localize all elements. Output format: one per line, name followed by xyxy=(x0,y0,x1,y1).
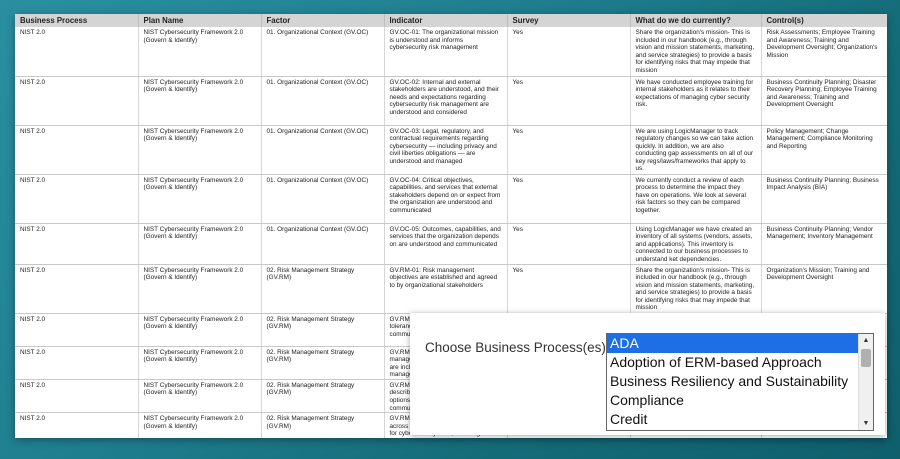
listbox-option[interactable]: Adoption of ERM-based Approach xyxy=(607,353,858,372)
table-row[interactable]: NIST 2.0 NIST Cybersecurity Framework 2.0… xyxy=(15,27,887,77)
table-cell: NIST 2.0 xyxy=(15,125,139,175)
table-cell: 01. Organizational Context (GV.OC) xyxy=(261,27,385,77)
business-process-listbox[interactable]: ADA Adoption of ERM-based Approach Busines… xyxy=(606,333,874,431)
listbox-option[interactable]: Credit xyxy=(607,410,858,429)
listbox-option[interactable]: Compliance xyxy=(607,391,858,410)
column-header[interactable]: Survey xyxy=(507,14,631,27)
listbox-scrollbar[interactable]: ▲ ▼ xyxy=(858,334,873,430)
column-header[interactable]: Business Process xyxy=(15,14,139,27)
column-header[interactable]: What do we do currently? xyxy=(630,14,762,27)
listbox-option[interactable]: ADA xyxy=(607,334,858,353)
table-cell: We are using LogicManager to track regul… xyxy=(630,125,762,175)
table-cell: NIST Cybersecurity Framework 2.0 (Govern… xyxy=(138,346,262,380)
table-cell: We currently conduct a review of each pr… xyxy=(630,174,762,224)
table-cell: NIST Cybersecurity Framework 2.0 (Govern… xyxy=(138,223,262,265)
table-cell: 01. Organizational Context (GV.OC) xyxy=(261,174,385,224)
table-cell: NIST Cybersecurity Framework 2.0 (Govern… xyxy=(138,313,262,347)
table-cell: NIST Cybersecurity Framework 2.0 (Govern… xyxy=(138,76,262,126)
table-cell: 02. Risk Management Strategy (GV.RM) xyxy=(261,412,385,438)
table-cell: NIST Cybersecurity Framework 2.0 (Govern… xyxy=(138,27,262,77)
table-cell: 01. Organizational Context (GV.OC) xyxy=(261,223,385,265)
table-cell: NIST 2.0 xyxy=(15,264,139,314)
table-cell: NIST 2.0 xyxy=(15,379,139,414)
table-cell: NIST 2.0 xyxy=(15,346,139,380)
table-cell: NIST Cybersecurity Framework 2.0 (Govern… xyxy=(138,264,262,314)
scroll-up-arrow-icon[interactable]: ▲ xyxy=(859,334,873,347)
table-cell: 01. Organizational Context (GV.OC) xyxy=(261,125,385,175)
table-cell: Using LogicManager we have created an in… xyxy=(630,223,762,265)
table-header-row: Business Process Plan Name Factor Indica… xyxy=(15,14,887,27)
table-cell: We have conducted employee training for … xyxy=(630,76,762,126)
table-cell: Policy Management; Change Management; Co… xyxy=(761,125,887,175)
table-cell: Share the organization's mission- This i… xyxy=(630,27,762,77)
table-row[interactable]: NIST 2.0 NIST Cybersecurity Framework 2.0… xyxy=(15,125,887,175)
table-cell: Yes xyxy=(507,174,631,224)
column-header[interactable]: Control(s) xyxy=(761,14,887,27)
table-cell: 02. Risk Management Strategy (GV.RM) xyxy=(261,313,385,347)
table-cell: GV.OC-04: Critical objectives, capabilit… xyxy=(384,174,508,224)
scroll-down-arrow-icon[interactable]: ▼ xyxy=(859,417,873,430)
table-row[interactable]: NIST 2.0 NIST Cybersecurity Framework 2.0… xyxy=(15,76,887,126)
table-row[interactable]: NIST 2.0 NIST Cybersecurity Framework 2.0… xyxy=(15,264,887,314)
table-cell: GV.OC-02: Internal and external stakehol… xyxy=(384,76,508,126)
table-cell: NIST Cybersecurity Framework 2.0 (Govern… xyxy=(138,125,262,175)
table-cell: GV.OC-03: Legal, regulatory, and contrac… xyxy=(384,125,508,175)
table-cell: Risk Assessments; Employee Training and … xyxy=(761,27,887,77)
table-cell: NIST 2.0 xyxy=(15,313,139,347)
table-cell: Business Continuity Planning; Business I… xyxy=(761,174,887,224)
table-cell: NIST Cybersecurity Framework 2.0 (Govern… xyxy=(138,379,262,414)
table-cell: NIST 2.0 xyxy=(15,76,139,126)
chooser-label: Choose Business Process(es) xyxy=(425,340,606,355)
column-header[interactable]: Plan Name xyxy=(138,14,262,27)
table-cell: GV.OC-01: The organizational mission is … xyxy=(384,27,508,77)
table-cell: Yes xyxy=(507,125,631,175)
table-cell: Yes xyxy=(507,27,631,77)
table-cell: GV.OC-05: Outcomes, capabilities, and se… xyxy=(384,223,508,265)
table-cell: NIST 2.0 xyxy=(15,174,139,224)
table-row[interactable]: NIST 2.0 NIST Cybersecurity Framework 2.0… xyxy=(15,223,887,265)
table-cell: NIST Cybersecurity Framework 2.0 (Govern… xyxy=(138,174,262,224)
table-cell: NIST 2.0 xyxy=(15,223,139,265)
table-cell: Yes xyxy=(507,223,631,265)
scrollbar-thumb[interactable] xyxy=(861,349,871,367)
column-header[interactable]: Indicator xyxy=(384,14,508,27)
table-cell: 02. Risk Management Strategy (GV.RM) xyxy=(261,379,385,414)
table-cell: NIST 2.0 xyxy=(15,412,139,438)
table-cell: Share the organization's mission- This i… xyxy=(630,264,762,314)
table-cell: Yes xyxy=(507,264,631,314)
table-cell: Business Continuity Planning; Vendor Man… xyxy=(761,223,887,265)
table-cell: NIST Cybersecurity Framework 2.0 (Govern… xyxy=(138,412,262,438)
listbox-option[interactable]: Business Resiliency and Sustainability xyxy=(607,372,858,391)
table-cell: Yes xyxy=(507,76,631,126)
column-header[interactable]: Factor xyxy=(261,14,385,27)
table-cell: Organization's Mission; Training and Dev… xyxy=(761,264,887,314)
business-process-chooser: Choose Business Process(es) ADA Adoption … xyxy=(410,313,885,435)
table-cell: 01. Organizational Context (GV.OC) xyxy=(261,76,385,126)
table-cell: NIST 2.0 xyxy=(15,27,139,77)
table-cell: 02. Risk Management Strategy (GV.RM) xyxy=(261,264,385,314)
table-cell: GV.RM-01: Risk management objectives are… xyxy=(384,264,508,314)
table-cell: 02. Risk Management Strategy (GV.RM) xyxy=(261,346,385,380)
table-cell: Business Continuity Planning; Disaster R… xyxy=(761,76,887,126)
table-row[interactable]: NIST 2.0 NIST Cybersecurity Framework 2.0… xyxy=(15,174,887,224)
